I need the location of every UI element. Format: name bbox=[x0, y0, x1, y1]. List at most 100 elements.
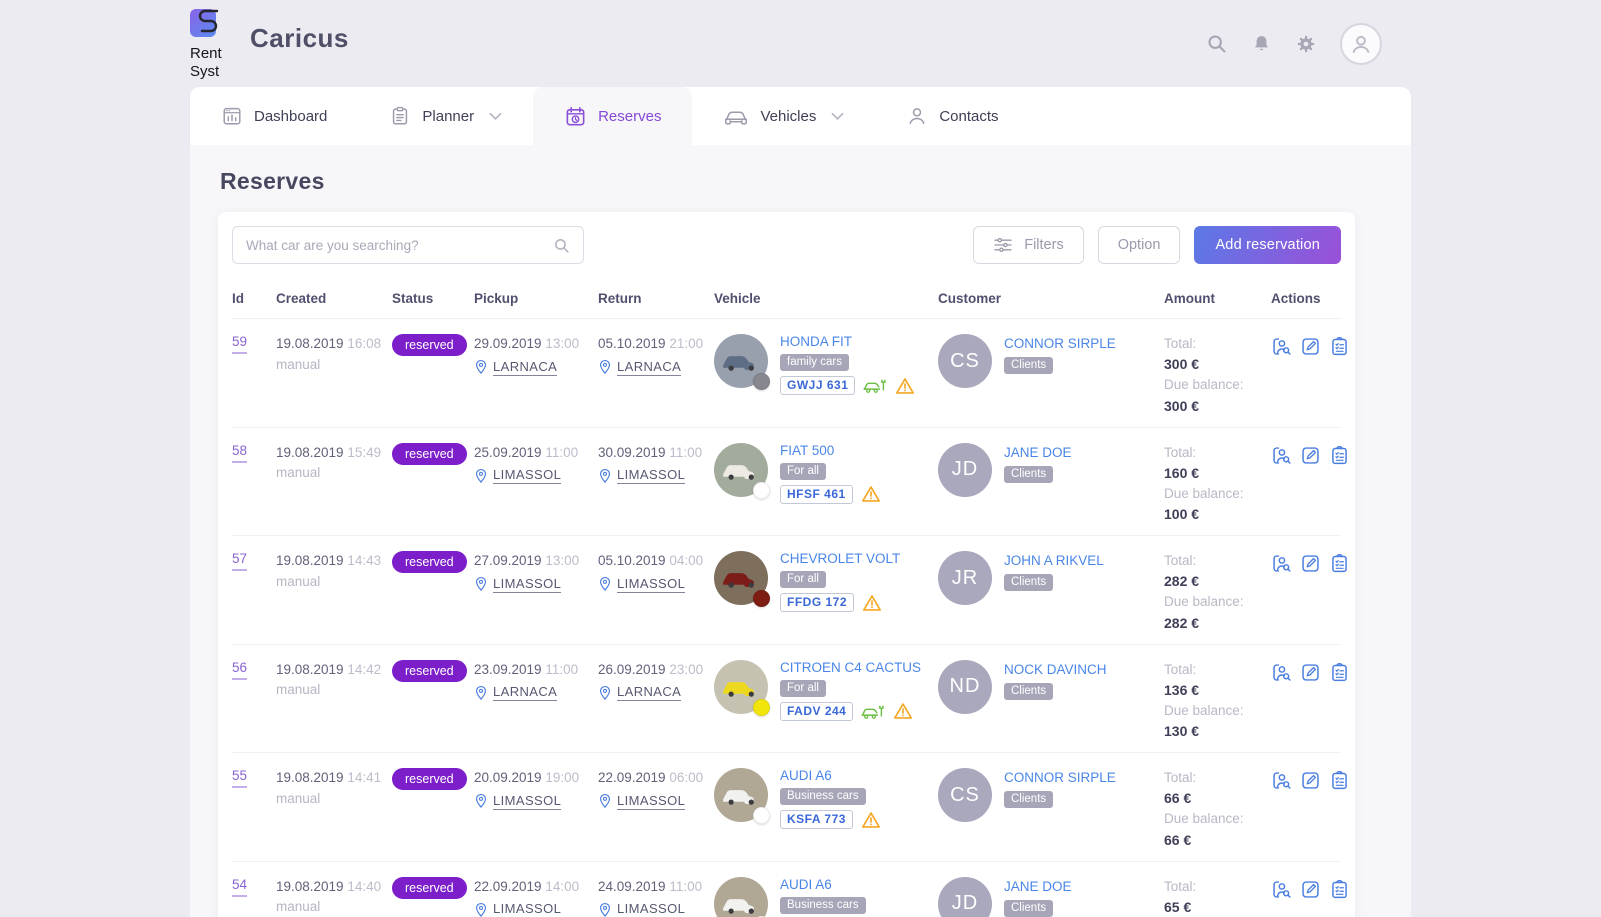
nav-item-vehicles[interactable]: Vehicles bbox=[692, 87, 875, 145]
reservation-id-link[interactable]: 54 bbox=[232, 877, 248, 897]
vehicle-name-link[interactable]: AUDI A6 bbox=[780, 768, 832, 783]
customer-avatar[interactable]: JR bbox=[938, 551, 992, 605]
amount-due-label: Due balance: bbox=[1164, 702, 1244, 718]
view-reservation-icon[interactable] bbox=[1271, 553, 1292, 574]
warning-icon[interactable] bbox=[861, 485, 881, 503]
col-header-created[interactable]: Created bbox=[276, 291, 392, 306]
return-location-link[interactable]: LIMASSOL bbox=[617, 467, 686, 485]
pickup-location-link[interactable]: LIMASSOL bbox=[493, 576, 562, 593]
return-location-link[interactable]: LARNACA bbox=[617, 684, 682, 702]
view-reservation-icon[interactable] bbox=[1271, 770, 1292, 791]
customer-name-link[interactable]: CONNOR SIRPLE bbox=[1004, 336, 1116, 351]
customer-name-link[interactable]: NOCK DAVINCH bbox=[1004, 662, 1107, 677]
vehicle-name-link[interactable]: FIAT 500 bbox=[780, 443, 834, 458]
edit-reservation-icon[interactable] bbox=[1300, 336, 1321, 357]
car-search-input[interactable] bbox=[246, 237, 553, 253]
vehicle-category-badge: For all bbox=[780, 571, 826, 588]
col-header-status[interactable]: Status bbox=[392, 291, 474, 306]
option-button[interactable]: Option bbox=[1097, 226, 1181, 264]
vehicle-photo[interactable] bbox=[714, 442, 770, 499]
col-header-return[interactable]: Return bbox=[598, 291, 714, 306]
vehicle-name-link[interactable]: CITROEN C4 CACTUS bbox=[780, 660, 921, 675]
reservation-id-link[interactable]: 57 bbox=[232, 551, 248, 571]
edit-reservation-icon[interactable] bbox=[1300, 879, 1321, 900]
view-reservation-icon[interactable] bbox=[1271, 336, 1292, 357]
gear-icon[interactable] bbox=[1295, 33, 1317, 55]
car-service-icon[interactable] bbox=[863, 377, 887, 394]
reservation-report-icon[interactable] bbox=[1329, 553, 1350, 574]
warning-icon[interactable] bbox=[895, 377, 915, 395]
edit-reservation-icon[interactable] bbox=[1300, 553, 1321, 574]
table-header-row: Id Created Status Pickup Return Vehicle … bbox=[232, 264, 1341, 318]
vehicle-photo[interactable] bbox=[714, 659, 770, 716]
return-location-link[interactable]: LIMASSOL bbox=[617, 576, 686, 593]
view-reservation-icon[interactable] bbox=[1271, 662, 1292, 683]
filters-button[interactable]: Filters bbox=[973, 226, 1084, 264]
pickup-location-link[interactable]: LIMASSOL bbox=[493, 901, 561, 917]
vehicle-photo[interactable] bbox=[714, 551, 770, 607]
customer-name-link[interactable]: CONNOR SIRPLE bbox=[1004, 770, 1116, 785]
return-location-link[interactable]: LARNACA bbox=[617, 359, 682, 376]
vehicle-photo[interactable] bbox=[714, 876, 770, 917]
car-service-icon[interactable] bbox=[861, 703, 885, 720]
edit-reservation-icon[interactable] bbox=[1300, 445, 1321, 466]
vehicle-photo[interactable] bbox=[714, 768, 770, 824]
nav-item-reserves[interactable]: Reserves bbox=[533, 87, 693, 145]
add-reservation-button[interactable]: Add reservation bbox=[1194, 226, 1341, 264]
return-location-link[interactable]: LIMASSOL bbox=[617, 901, 685, 917]
customer-name-link[interactable]: JANE DOE bbox=[1004, 879, 1072, 894]
view-reservation-icon[interactable] bbox=[1271, 445, 1292, 466]
reservation-report-icon[interactable] bbox=[1329, 336, 1350, 357]
location-pin-icon bbox=[475, 902, 487, 917]
bell-icon[interactable] bbox=[1250, 33, 1272, 55]
vehicle-name-link[interactable]: AUDI A6 bbox=[780, 877, 832, 892]
customer-name-link[interactable]: JANE DOE bbox=[1004, 445, 1072, 460]
search-icon[interactable] bbox=[1205, 33, 1227, 55]
reservation-id-link[interactable]: 56 bbox=[232, 660, 248, 680]
return-time: 04:00 bbox=[669, 553, 704, 568]
customer-avatar[interactable]: CS bbox=[938, 768, 992, 822]
pickup-location-link[interactable]: LIMASSOL bbox=[493, 467, 562, 485]
customer-avatar[interactable]: CS bbox=[938, 334, 992, 388]
edit-reservation-icon[interactable] bbox=[1300, 770, 1321, 791]
vehicle-name-link[interactable]: CHEVROLET VOLT bbox=[780, 551, 900, 566]
vehicle-name-link[interactable]: HONDA FIT bbox=[780, 334, 852, 349]
user-avatar[interactable] bbox=[1340, 22, 1382, 65]
customer-name-link[interactable]: JOHN A RIKVEL bbox=[1004, 553, 1104, 568]
customer-avatar[interactable]: JD bbox=[938, 876, 992, 917]
created-by: manual bbox=[276, 573, 321, 589]
created-by: manual bbox=[276, 790, 321, 806]
reservation-report-icon[interactable] bbox=[1329, 662, 1350, 683]
reservation-report-icon[interactable] bbox=[1329, 445, 1350, 466]
reservation-id-link[interactable]: 55 bbox=[232, 768, 248, 788]
col-header-pickup[interactable]: Pickup bbox=[474, 291, 598, 306]
pickup-location-link[interactable]: LARNACA bbox=[493, 359, 558, 376]
reservation-report-icon[interactable] bbox=[1329, 770, 1350, 791]
nav-item-dashboard[interactable]: Dashboard bbox=[190, 87, 358, 145]
return-location-link[interactable]: LIMASSOL bbox=[617, 793, 686, 810]
customer-avatar[interactable]: JD bbox=[938, 442, 992, 497]
reservation-id-link[interactable]: 58 bbox=[232, 443, 248, 463]
search-icon[interactable] bbox=[553, 237, 570, 254]
vehicle-photo[interactable] bbox=[714, 334, 770, 390]
col-header-id[interactable]: Id bbox=[232, 291, 276, 306]
warning-icon[interactable] bbox=[862, 594, 882, 612]
col-header-vehicle[interactable]: Vehicle bbox=[714, 291, 938, 306]
edit-reservation-icon[interactable] bbox=[1300, 662, 1321, 683]
nav-item-contacts[interactable]: Contacts bbox=[875, 87, 1029, 145]
pickup-location-link[interactable]: LIMASSOL bbox=[493, 793, 562, 810]
col-header-customer[interactable]: Customer bbox=[938, 291, 1164, 306]
nav-item-planner[interactable]: Planner bbox=[358, 87, 533, 145]
created-by: manual bbox=[276, 356, 321, 372]
warning-icon[interactable] bbox=[861, 811, 881, 829]
warning-icon[interactable] bbox=[893, 702, 913, 720]
customer-avatar[interactable]: ND bbox=[938, 659, 992, 714]
col-header-amount[interactable]: Amount bbox=[1164, 291, 1271, 306]
amount-due-value: 100 € bbox=[1164, 506, 1200, 522]
reservation-id-link[interactable]: 59 bbox=[232, 334, 248, 354]
rentsyst-logo[interactable]: Rent Syst bbox=[190, 8, 226, 79]
pickup-location-link[interactable]: LARNACA bbox=[493, 684, 558, 702]
reservation-report-icon[interactable] bbox=[1329, 879, 1350, 900]
nav-label-reserves: Reserves bbox=[598, 107, 662, 125]
view-reservation-icon[interactable] bbox=[1271, 879, 1292, 900]
